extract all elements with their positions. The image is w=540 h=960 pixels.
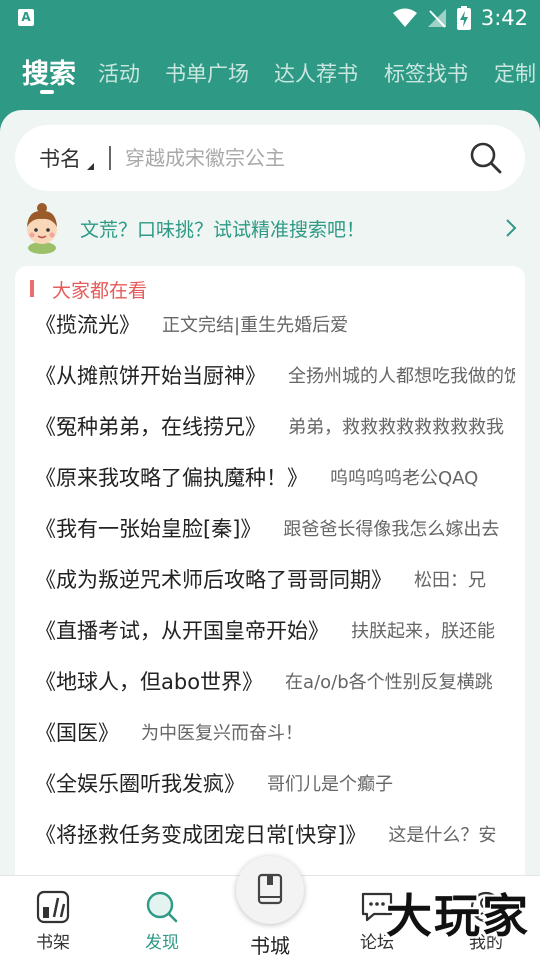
search-input[interactable]	[125, 139, 455, 177]
list-item[interactable]: 《地球人，但abo世界》 在a/o/b各个性别反复横跳	[35, 666, 515, 706]
bottom-nav: 书架 发现 书城 论坛 我的 大玩家	[0, 856, 540, 960]
tab-search[interactable]: 搜索	[22, 52, 76, 91]
book-title: 《全娱乐圈听我发疯》	[35, 772, 245, 796]
book-description: 为中医复兴而奋斗！	[141, 723, 303, 744]
book-description: 正文完结|重生先婚后爱	[162, 315, 349, 336]
book-description: 呜呜呜呜老公QAQ	[330, 468, 479, 489]
list-item[interactable]: 《从摊煎饼开始当厨神》 全扬州城的人都想吃我做的饭	[35, 360, 515, 400]
tab-custom[interactable]: 定制	[494, 58, 536, 88]
list-item[interactable]: 《我有一张始皇脸[秦]》 跟爸爸长得像我怎么嫁出去	[35, 513, 515, 553]
battery-charging-icon	[456, 6, 471, 30]
nav-label-bookstore: 书城	[250, 934, 290, 958]
watermark-logo: 大玩家	[386, 889, 530, 943]
chevron-right-icon	[506, 219, 517, 237]
nav-discover[interactable]: 发现	[122, 890, 202, 958]
book-description: 这是什么？安	[388, 825, 497, 846]
active-tab-indicator	[40, 90, 54, 94]
list-item[interactable]: 《冤种弟弟，在线捞兄》 弟弟，救救救救救救救救我	[35, 411, 515, 451]
main-panel: 书名 文荒？口味挑？试试精准搜索吧！ 大家都在看 《揽流光》正文	[0, 110, 540, 875]
list-item[interactable]: 《将拯救任务变成团宠日常[快穿]》 这是什么？安	[35, 819, 515, 859]
nav-label: 发现	[145, 933, 179, 953]
book-title: 《直播考试，从开国皇帝开始》	[35, 619, 329, 643]
section-title: 大家都在看	[52, 280, 148, 302]
nav-bookshelf[interactable]: 书架	[13, 890, 93, 958]
nav-label: 书架	[36, 933, 70, 953]
wifi-icon	[392, 8, 417, 27]
book-icon	[257, 873, 283, 905]
book-title: 《地球人，但abo世界》	[35, 670, 264, 694]
book-description: 在a/o/b各个性别反复横跳	[285, 672, 493, 693]
nav-bookstore[interactable]	[236, 856, 304, 924]
section-marker	[30, 280, 34, 297]
book-description: 跟爸爸长得像我怎么嫁出去	[283, 519, 500, 540]
search-divider	[109, 146, 111, 170]
top-tab-bar: 搜索 活动 书单广场 达人荐书 标签找书 定制	[0, 44, 540, 100]
trending-list: 大家都在看 《揽流光》 正文完结|重生先婚后爱 《从摊煎饼开始当厨神》 全扬州城的人…	[15, 266, 525, 875]
search-icon[interactable]	[469, 141, 503, 175]
dropdown-triangle-icon[interactable]	[87, 163, 94, 170]
book-title: 《成为叛逆咒术师后攻略了哥哥同期》	[35, 568, 392, 592]
book-description: 弟弟，救救救救救救救救我	[288, 417, 504, 438]
tab-tag-search[interactable]: 标签找书	[384, 58, 468, 88]
app-notification-icon: A	[18, 9, 34, 26]
list-item[interactable]: 《全娱乐圈听我发疯》 哥们儿是个癫子	[35, 768, 515, 808]
status-bar: A 3:42	[0, 0, 540, 36]
list-item[interactable]: 《揽流光》 正文完结|重生先婚后爱	[35, 309, 515, 349]
tab-activities[interactable]: 活动	[98, 58, 140, 88]
list-item[interactable]: 《直播考试，从开国皇帝开始》 扶朕起来，朕还能	[35, 615, 515, 655]
book-description: 全扬州城的人都想吃我做的饭	[288, 366, 515, 387]
book-description: 扶朕起来，朕还能	[351, 621, 495, 642]
tab-booklist-square[interactable]: 书单广场	[165, 58, 249, 88]
status-icons: 3:42	[392, 4, 528, 32]
discover-icon	[146, 891, 178, 923]
status-time: 3:42	[480, 6, 528, 30]
search-type-selector[interactable]: 书名	[39, 143, 81, 173]
book-title: 《冤种弟弟，在线捞兄》	[35, 415, 266, 439]
book-description: 松田：兄	[414, 570, 486, 591]
list-item[interactable]: 《国医》 为中医复兴而奋斗！	[35, 717, 515, 757]
promo-text: 文荒？口味挑？试试精准搜索吧！	[80, 219, 366, 241]
list-item[interactable]: 《成为叛逆咒术师后攻略了哥哥同期》 松田：兄	[35, 564, 515, 604]
mascot-avatar-icon	[27, 203, 57, 254]
book-title: 《原来我攻略了偏执魔种！》	[35, 466, 308, 490]
book-title: 《从摊煎饼开始当厨神》	[35, 364, 266, 388]
book-title: 《将拯救任务变成团宠日常[快穿]》	[35, 823, 367, 847]
search-box: 书名	[15, 125, 525, 191]
no-signal-icon	[427, 9, 446, 28]
precise-search-banner[interactable]: 文荒？口味挑？试试精准搜索吧！	[16, 202, 526, 254]
book-description: 哥们儿是个癫子	[267, 774, 393, 795]
bookshelf-icon	[36, 890, 70, 924]
book-title: 《揽流光》	[35, 313, 140, 337]
tab-expert-picks[interactable]: 达人荐书	[274, 58, 358, 88]
list-item[interactable]: 《原来我攻略了偏执魔种！》 呜呜呜呜老公QAQ	[35, 462, 515, 502]
book-title: 《我有一张始皇脸[秦]》	[35, 517, 262, 541]
book-title: 《国医》	[35, 721, 119, 745]
